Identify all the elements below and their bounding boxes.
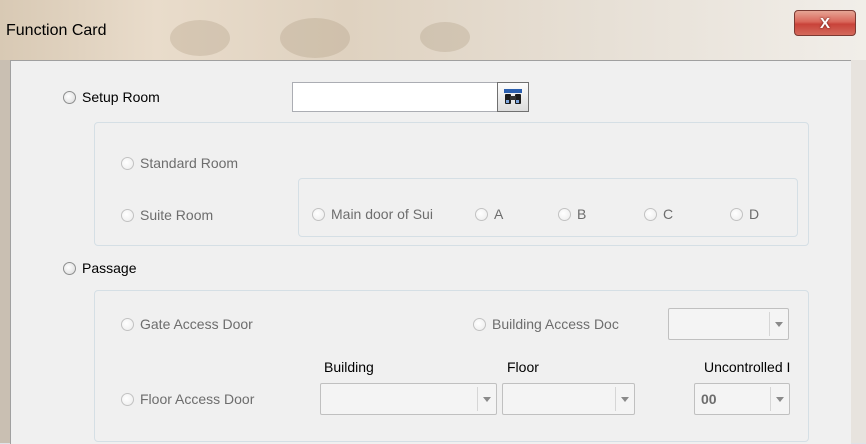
setup-room-radio[interactable]: Setup Room — [63, 89, 160, 105]
radio-circle[interactable] — [473, 317, 486, 331]
suite-room-radio[interactable]: Suite Room — [121, 207, 213, 223]
standard-room-radio[interactable]: Standard Room — [121, 155, 238, 171]
building-access-label: Building Access Doc — [492, 316, 619, 332]
room-number-input[interactable] — [292, 82, 498, 112]
setup-room-label: Setup Room — [82, 89, 160, 105]
radio-circle[interactable] — [312, 207, 325, 221]
binoculars-icon — [504, 89, 522, 104]
door-a-label: A — [494, 206, 504, 222]
standard-room-label: Standard Room — [140, 155, 239, 171]
radio-circle[interactable] — [644, 207, 657, 221]
window-title: Function Card — [6, 22, 107, 39]
passage-radio[interactable]: Passage — [63, 260, 136, 276]
door-c-radio[interactable]: C — [644, 206, 673, 222]
close-button[interactable]: X — [794, 10, 856, 36]
chevron-down-icon[interactable] — [771, 396, 789, 402]
building-access-radio[interactable]: Building Access Doc — [473, 316, 619, 332]
title-bar: Function Card X — [0, 0, 866, 60]
close-icon: X — [819, 14, 830, 32]
floor-column-header: Floor — [507, 359, 539, 375]
floor-access-radio[interactable]: Floor Access Door — [121, 391, 254, 407]
radio-circle[interactable] — [121, 156, 134, 170]
radio-circle[interactable] — [121, 208, 134, 222]
window-frame-right — [850, 60, 866, 443]
door-b-label: B — [577, 206, 587, 222]
gate-access-label: Gate Access Door — [140, 316, 253, 332]
radio-circle[interactable] — [121, 392, 134, 406]
door-a-radio[interactable]: A — [475, 206, 503, 222]
dialog-client-area: Setup Room Standard Room Suite Room Main… — [10, 60, 851, 444]
radio-circle[interactable] — [63, 261, 76, 275]
gate-access-radio[interactable]: Gate Access Door — [121, 316, 253, 332]
radio-circle[interactable] — [730, 207, 743, 221]
passage-label: Passage — [82, 260, 137, 276]
building-access-select[interactable] — [668, 308, 789, 340]
uncontrolled-select[interactable]: 00 — [694, 383, 790, 415]
chevron-down-icon[interactable] — [770, 321, 788, 327]
radio-circle[interactable] — [121, 317, 134, 331]
window-frame-left — [0, 60, 10, 443]
floor-select[interactable] — [502, 383, 635, 415]
uncontrolled-value: 00 — [701, 391, 717, 407]
main-door-label: Main door of Sui — [331, 206, 433, 222]
radio-circle[interactable] — [63, 90, 76, 104]
suite-room-label: Suite Room — [140, 207, 214, 223]
radio-circle[interactable] — [475, 207, 488, 221]
door-b-radio[interactable]: B — [558, 206, 586, 222]
floor-access-label: Floor Access Door — [140, 391, 255, 407]
door-d-radio[interactable]: D — [730, 206, 759, 222]
building-column-header: Building — [324, 359, 374, 375]
chevron-down-icon[interactable] — [616, 396, 634, 402]
building-select[interactable] — [320, 383, 497, 415]
uncontrolled-column-header: Uncontrolled I — [704, 359, 791, 375]
chevron-down-icon[interactable] — [478, 396, 496, 402]
room-lookup-button[interactable] — [497, 82, 529, 112]
door-d-label: D — [749, 206, 760, 222]
radio-circle[interactable] — [558, 207, 571, 221]
main-door-radio[interactable]: Main door of Sui — [312, 206, 433, 222]
door-c-label: C — [663, 206, 674, 222]
